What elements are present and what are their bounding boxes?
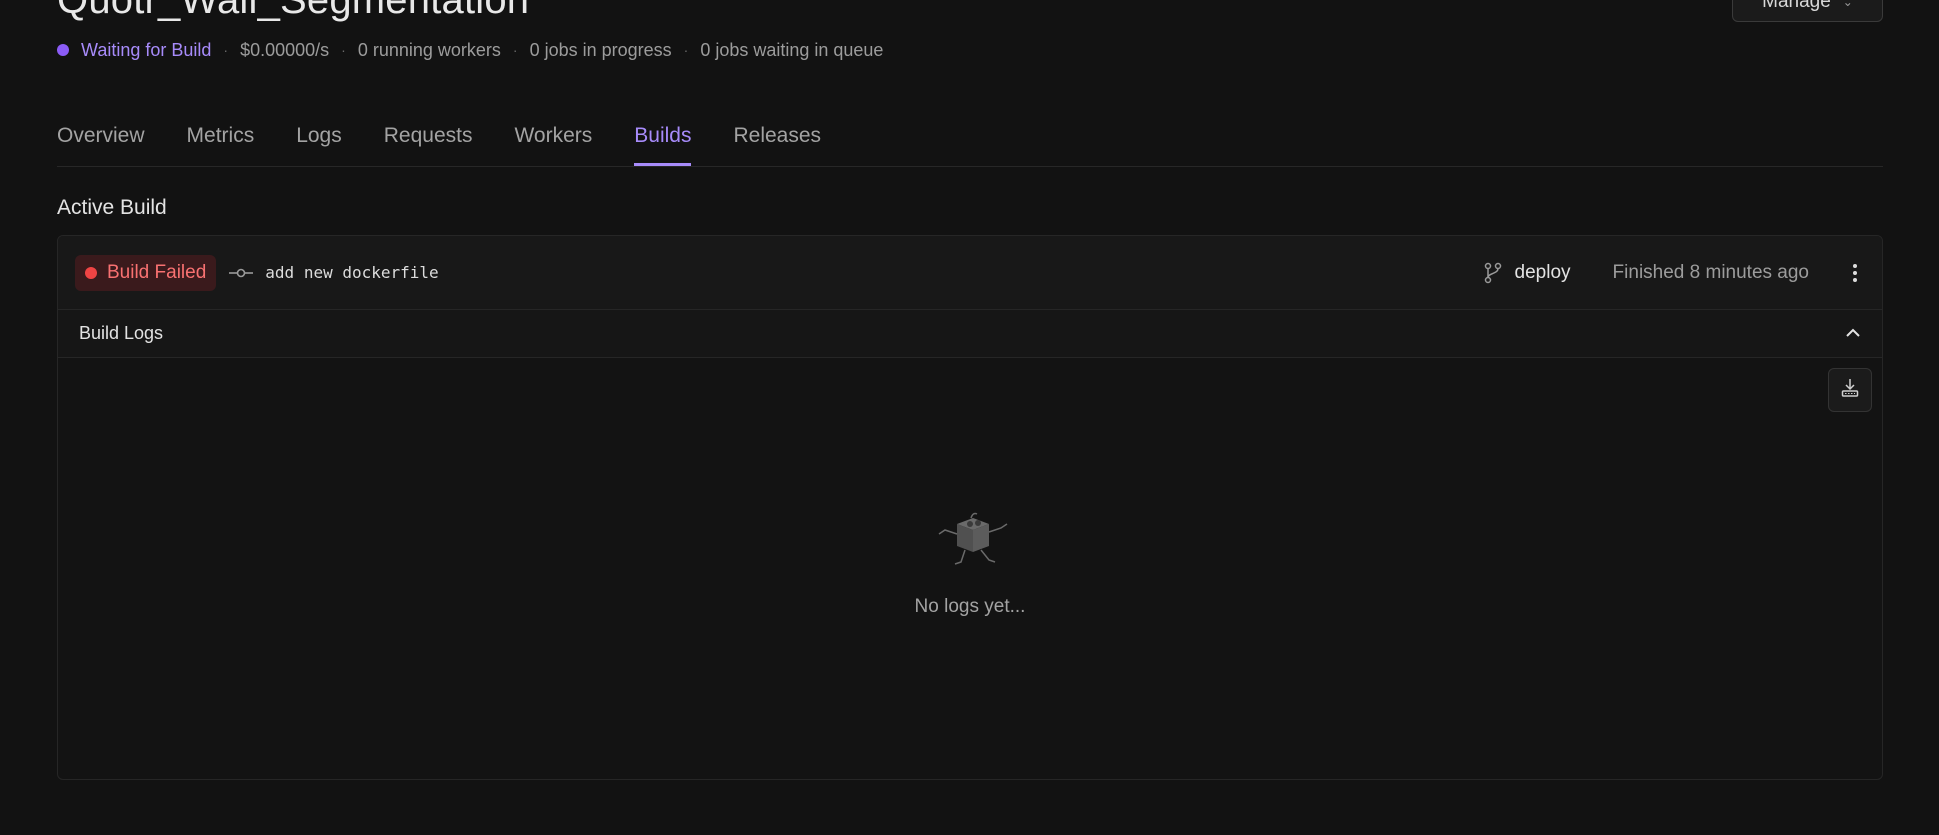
finished-time: Finished 8 minutes ago (1612, 261, 1809, 283)
manage-button[interactable]: Manage ⌄ (1732, 0, 1883, 22)
cost-rate: $0.00000/s (240, 39, 330, 60)
download-logs-button[interactable] (1828, 368, 1872, 412)
build-status-label: Build Failed (107, 261, 207, 283)
separator: · (341, 42, 346, 58)
empty-logs-message: No logs yet... (914, 596, 1026, 617)
active-build-heading: Active Build (57, 196, 167, 219)
endpoint-status-line: Waiting for Build · $0.00000/s · 0 runni… (57, 38, 883, 62)
jobs-waiting: 0 jobs waiting in queue (700, 39, 884, 60)
vertical-ellipsis-icon[interactable] (1845, 263, 1865, 282)
build-logs-panel: No logs yet... (58, 358, 1882, 779)
chevron-down-icon: ⌄ (1842, 0, 1853, 9)
running-workers: 0 running workers (357, 39, 501, 60)
git-commit-icon (229, 266, 254, 280)
tab-overview[interactable]: Overview (57, 118, 145, 166)
running-box-mascot-icon (927, 510, 1015, 574)
download-icon (1841, 378, 1859, 403)
tab-bar: Overview Metrics Logs Requests Workers B… (57, 118, 1883, 167)
separator: · (512, 42, 518, 58)
build-logs-header[interactable]: Build Logs (58, 310, 1882, 358)
page-title: Quotr_Wall_Segmentation (57, 0, 530, 22)
status-dot-icon (57, 44, 69, 56)
commit-message: add new dockerfile (265, 263, 439, 282)
git-branch-icon (1483, 262, 1503, 284)
tab-requests[interactable]: Requests (384, 118, 473, 166)
build-summary-row: Build Failed add new dockerfile deploy F… (58, 236, 1882, 310)
tab-releases[interactable]: Releases (733, 118, 821, 166)
tab-metrics[interactable]: Metrics (187, 118, 255, 166)
jobs-in-progress: 0 jobs in progress (529, 39, 672, 60)
tab-workers[interactable]: Workers (514, 118, 592, 166)
separator: · (683, 42, 689, 58)
tab-builds[interactable]: Builds (634, 118, 692, 166)
manage-button-label: Manage (1762, 0, 1831, 12)
tab-logs[interactable]: Logs (296, 118, 342, 166)
active-build-card: Build Failed add new dockerfile deploy F… (57, 235, 1883, 780)
separator: · (223, 42, 229, 58)
build-logs-title: Build Logs (79, 323, 164, 343)
status-text: Waiting for Build (81, 39, 212, 60)
build-status-badge: Build Failed (75, 254, 217, 291)
status-dot-icon (85, 266, 97, 279)
chevron-up-icon[interactable] (1845, 325, 1861, 343)
branch-name: deploy (1514, 261, 1571, 283)
